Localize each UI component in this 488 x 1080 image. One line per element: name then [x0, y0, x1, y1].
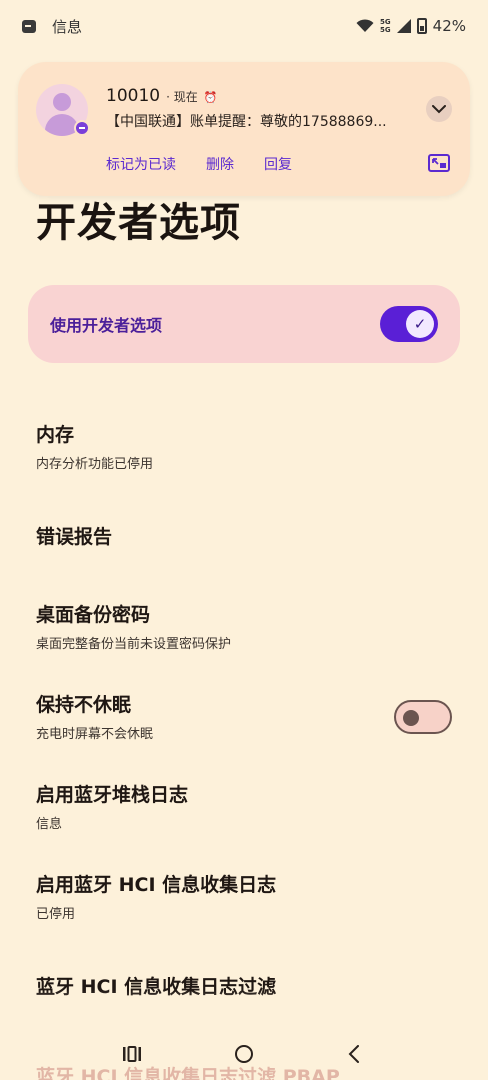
battery-level: 42%	[432, 17, 466, 35]
battery-icon	[416, 18, 427, 34]
setting-bluetooth-stack-log[interactable]: 启用蓝牙堆栈日志 信息	[0, 760, 488, 850]
page-title: 开发者选项	[36, 200, 241, 246]
setting-title: 桌面备份密码	[36, 604, 151, 626]
switch-knob	[403, 710, 419, 726]
signal-icon	[396, 19, 411, 33]
alarm-bell-icon: ⏰	[203, 91, 218, 104]
recents-icon[interactable]	[120, 1042, 144, 1066]
setting-subtitle: 充电时屏幕不会休眠	[36, 727, 154, 742]
settings-list: 内存 内存分析功能已停用 错误报告 桌面备份密码 桌面完整备份当前未设置密码保护…	[0, 400, 488, 1080]
setting-title: 内存	[36, 424, 75, 446]
back-icon[interactable]	[342, 1042, 366, 1066]
floating-window-icon[interactable]	[428, 154, 450, 172]
setting-desktop-backup-password[interactable]: 桌面备份密码 桌面完整备份当前未设置密码保护	[0, 580, 488, 670]
setting-bug-report[interactable]: 错误报告	[0, 490, 488, 580]
setting-subtitle: 内存分析功能已停用	[36, 457, 154, 472]
developer-options-switch[interactable]: ✓	[380, 306, 438, 342]
delete-button[interactable]: 删除	[206, 154, 234, 174]
setting-subtitle: 桌面完整备份当前未设置密码保护	[36, 637, 232, 652]
wifi-icon	[356, 19, 374, 32]
message-app-icon	[22, 19, 36, 33]
status-bar: 信息 5G 5G 42%	[0, 0, 488, 52]
home-icon[interactable]	[232, 1042, 256, 1066]
check-icon: ✓	[406, 310, 434, 338]
status-app-name: 信息	[52, 17, 83, 36]
setting-title: 错误报告	[36, 526, 113, 548]
setting-subtitle: 已停用	[36, 907, 76, 922]
setting-bluetooth-hci-log[interactable]: 启用蓝牙 HCI 信息收集日志 已停用	[0, 850, 488, 940]
setting-title: 启用蓝牙 HCI 信息收集日志	[36, 874, 277, 896]
stay-awake-switch[interactable]	[394, 700, 452, 734]
expand-chevron-icon[interactable]	[426, 96, 452, 122]
mark-read-button[interactable]: 标记为已读	[106, 154, 176, 174]
scroll-fade	[0, 990, 488, 1030]
setting-memory[interactable]: 内存 内存分析功能已停用	[0, 400, 488, 490]
setting-title: 启用蓝牙堆栈日志	[36, 784, 189, 806]
reply-button[interactable]: 回复	[264, 154, 292, 174]
developer-options-label: 使用开发者选项	[50, 316, 163, 335]
setting-subtitle: 信息	[36, 817, 63, 832]
notification-sender: 10010	[106, 86, 161, 106]
developer-options-toggle-card[interactable]: 使用开发者选项 ✓	[28, 285, 460, 363]
message-badge-icon	[74, 120, 90, 136]
setting-title: 保持不休眠	[36, 694, 132, 716]
network-type: 5G 5G	[380, 18, 391, 34]
notification-time: · 现在	[166, 90, 198, 104]
navigation-bar	[0, 1030, 488, 1080]
notification-message: 【中国联通】账单提醒：尊敬的17588869...	[106, 114, 387, 130]
sms-notification[interactable]: 10010 · 现在 ⏰ 【中国联通】账单提醒：尊敬的17588869... 标…	[18, 62, 470, 196]
setting-stay-awake[interactable]: 保持不休眠 充电时屏幕不会休眠	[0, 670, 488, 760]
